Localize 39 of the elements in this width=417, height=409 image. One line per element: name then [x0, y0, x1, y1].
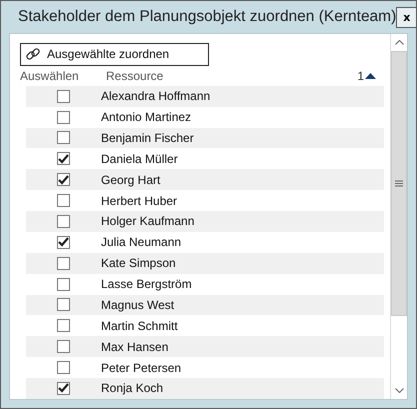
- select-checkbox[interactable]: [57, 319, 70, 332]
- resource-name: Julia Neumann: [101, 235, 182, 250]
- link-icon: [25, 46, 41, 62]
- resource-name: Georg Hart: [101, 172, 160, 187]
- select-checkbox[interactable]: [57, 298, 70, 312]
- resource-name: Holger Kaufmann: [101, 214, 194, 228]
- select-checkbox[interactable]: [57, 278, 70, 291]
- resource-name: Ronja Koch: [101, 381, 164, 396]
- select-checkbox[interactable]: [57, 340, 70, 354]
- select-checkbox[interactable]: [57, 173, 70, 186]
- resource-name: Antonio Martinez: [101, 110, 192, 124]
- resource-name: Alexandra Hoffmann: [101, 89, 210, 104]
- resource-name: Peter Petersen: [101, 360, 182, 375]
- assign-button[interactable]: Ausgewählte zuordnen: [20, 43, 209, 66]
- resource-name: Lasse Bergström: [101, 277, 192, 292]
- sort-order: 1: [357, 68, 364, 83]
- select-checkbox[interactable]: [57, 236, 70, 249]
- close-button[interactable]: x: [396, 6, 417, 28]
- select-checkbox[interactable]: [57, 90, 70, 103]
- resource-name: Benjamin Fischer: [101, 130, 194, 145]
- column-header[interactable]: Auswählen: [20, 68, 106, 83]
- column-header[interactable]: Ressource: [106, 68, 358, 83]
- select-checkbox[interactable]: [57, 214, 70, 228]
- select-checkbox[interactable]: [57, 194, 70, 208]
- select-checkbox[interactable]: [57, 361, 70, 374]
- resource-name: Herbert Huber: [101, 194, 178, 208]
- resource-name: Magnus West: [101, 298, 174, 312]
- select-checkbox[interactable]: [57, 131, 70, 144]
- resource-name: Daniela Müller: [101, 152, 178, 166]
- scrollbar[interactable]: [390, 34, 407, 399]
- resource-name: Kate Simpson: [101, 256, 176, 270]
- select-checkbox[interactable]: [57, 152, 70, 166]
- resource-name: Max Hansen: [101, 340, 168, 354]
- select-checkbox[interactable]: [57, 110, 70, 124]
- select-checkbox[interactable]: [57, 256, 70, 270]
- resource-name: Martin Schmitt: [101, 318, 178, 333]
- scroll-thumb[interactable]: [391, 51, 407, 316]
- window-title: Stakeholder dem Planungsobjekt zuordnen (Kernteam): [18, 8, 396, 26]
- select-checkbox[interactable]: [57, 382, 70, 395]
